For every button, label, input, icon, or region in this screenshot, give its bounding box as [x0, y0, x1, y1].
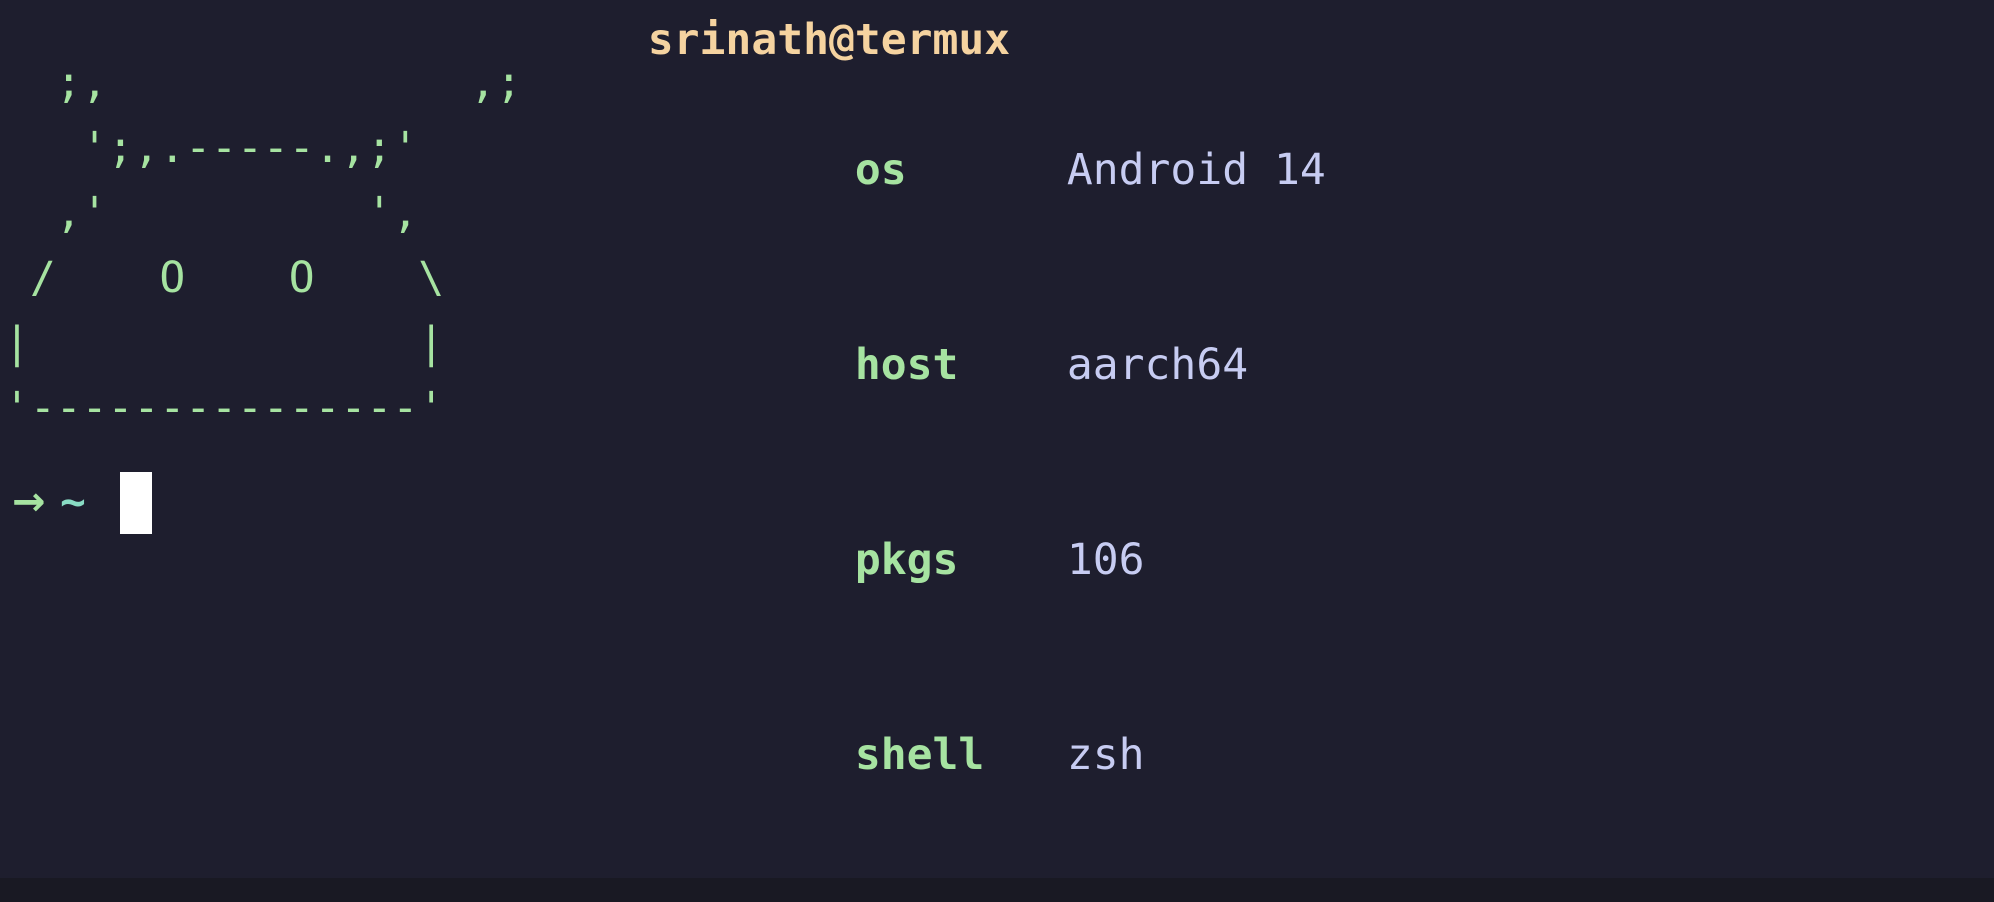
user-host-title: srinath@termux: [647, 15, 1011, 65]
info-value-os: Android 14: [1066, 145, 1326, 195]
fastfetch-output: ;, ,; ';,.-----.,;' ,' ', / O O \ | | '-…: [0, 0, 1403, 878]
system-info-panel: srinath@termux os Android 14 host aarch64 …: [522, 0, 1404, 878]
info-key-pkgs: pkgs: [854, 535, 959, 585]
info-row-pkgs: pkgs 106: [648, 463, 1404, 658]
info-key-host: host: [854, 340, 959, 390]
info-key-os: os: [854, 145, 907, 195]
info-value-host: aarch64: [1066, 340, 1249, 390]
terminal-screen[interactable]: ;, ,; ';,.-----.,;' ,' ', / O O \ | | '-…: [0, 0, 1994, 878]
info-row-memory: memory2955M / 3467M: [648, 853, 1404, 878]
shell-prompt-line[interactable]: → ~: [4, 470, 152, 535]
termux-ascii-logo: ;, ,; ';,.-----.,;' ,' ', / O O \ | | '-…: [4, 58, 522, 433]
info-row-host: host aarch64: [648, 268, 1404, 463]
info-row-os: os Android 14: [648, 73, 1404, 268]
text-cursor: [120, 471, 152, 534]
info-value-shell: zsh: [1066, 730, 1145, 780]
info-value-pkgs: 106: [1066, 535, 1145, 585]
info-row-shell: shell zsh: [648, 658, 1404, 853]
info-key-shell: shell: [854, 730, 985, 780]
prompt-arrow-icon: →: [12, 479, 46, 525]
prompt-working-directory: ~: [60, 477, 86, 527]
bottom-edge-strip: [0, 878, 1994, 902]
